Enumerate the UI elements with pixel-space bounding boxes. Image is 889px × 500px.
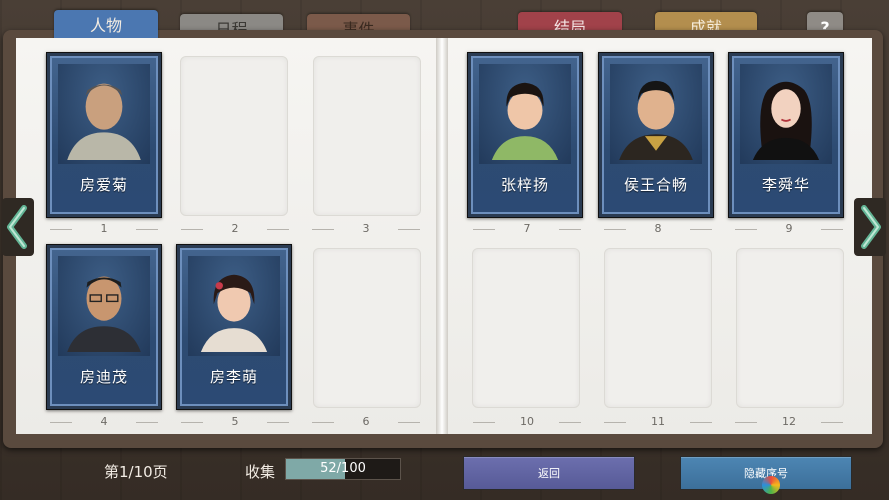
slot-number: 2	[175, 222, 295, 236]
empty-card-slot[interactable]	[313, 56, 421, 216]
back-button[interactable]: 返回	[463, 456, 635, 490]
slot-number: 4	[44, 415, 164, 429]
boy-portrait	[479, 64, 571, 164]
slot-number: 11	[598, 415, 718, 429]
slot-number: 5	[175, 415, 295, 429]
character-card[interactable]: 侯王合畅	[598, 52, 714, 218]
woman-portrait	[740, 64, 832, 164]
character-name: 房迪茂	[79, 368, 128, 386]
next-page-arrow-icon[interactable]	[854, 198, 886, 256]
character-name: 房李萌	[209, 368, 258, 386]
slot-number: 12	[729, 415, 849, 429]
character-card[interactable]: 房爱菊	[46, 52, 162, 218]
character-name: 侯王合畅	[623, 176, 688, 194]
slot-number: 9	[729, 222, 849, 236]
empty-card-slot[interactable]	[472, 248, 580, 408]
character-card[interactable]: 李舜华	[728, 52, 844, 218]
character-name: 张梓扬	[500, 176, 549, 194]
man-glasses-portrait	[58, 256, 150, 356]
book-spine	[436, 38, 448, 434]
young-man-portrait	[610, 64, 702, 164]
character-name: 李舜华	[761, 176, 810, 194]
character-card[interactable]: 张梓扬	[467, 52, 583, 218]
empty-card-slot[interactable]	[180, 56, 288, 216]
older-man-portrait	[58, 64, 150, 164]
empty-card-slot[interactable]	[604, 248, 712, 408]
character-card[interactable]: 房李萌	[176, 244, 292, 410]
collect-label: 收集	[245, 463, 276, 481]
slot-number: 7	[467, 222, 587, 236]
collection-count: 52/100	[320, 461, 366, 476]
slot-number: 3	[306, 222, 426, 236]
girl-portrait	[188, 256, 280, 356]
slot-number: 1	[44, 222, 164, 236]
character-card[interactable]: 房迪茂	[46, 244, 162, 410]
collection-progress-bar: 52/100	[285, 458, 401, 480]
slot-number: 6	[306, 415, 426, 429]
empty-card-slot[interactable]	[313, 248, 421, 408]
page-indicator: 第1/10页	[104, 463, 168, 481]
prev-page-arrow-icon[interactable]	[2, 198, 34, 256]
slot-number: 8	[598, 222, 718, 236]
character-name: 房爱菊	[79, 176, 128, 194]
watermark-logo-icon	[762, 476, 780, 494]
empty-card-slot[interactable]	[736, 248, 844, 408]
slot-number: 10	[467, 415, 587, 429]
